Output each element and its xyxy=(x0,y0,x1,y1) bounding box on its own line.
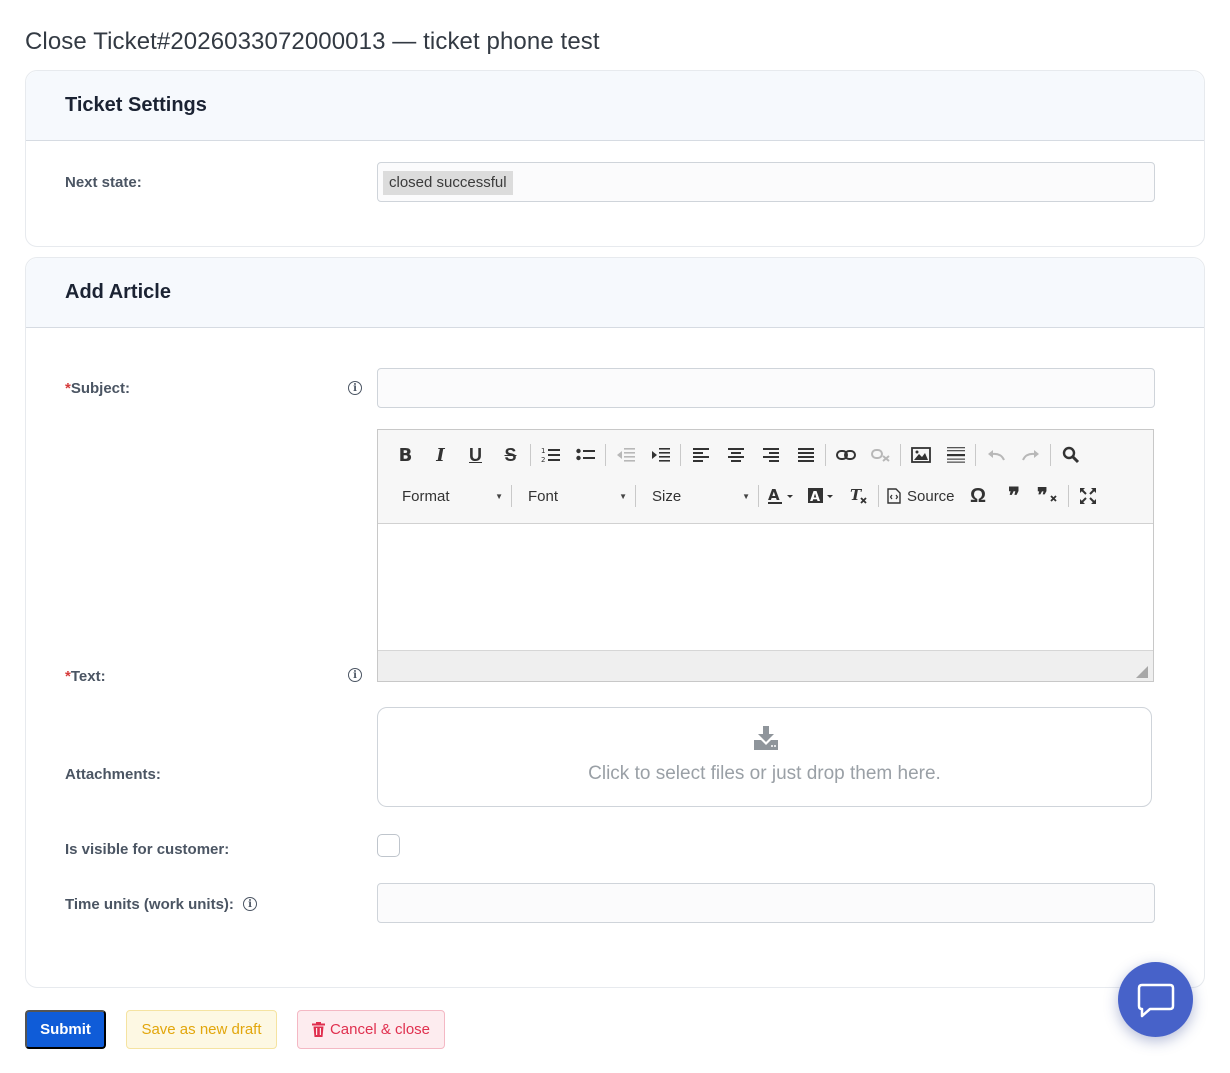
editor-status-bar xyxy=(378,650,1153,681)
svg-text:T: T xyxy=(850,487,863,504)
toolbar-separator xyxy=(825,444,826,466)
remove-blockquote-icon[interactable]: ❞ xyxy=(1031,483,1066,509)
font-dropdown-label: Font xyxy=(528,487,559,505)
chevron-down-icon: ▼ xyxy=(495,491,503,501)
bulleted-list-icon[interactable] xyxy=(568,442,603,468)
align-center-icon[interactable] xyxy=(718,442,753,468)
outdent-icon[interactable] xyxy=(608,442,643,468)
blockquote-icon[interactable]: ❞ xyxy=(996,483,1031,509)
text-label: *Text: xyxy=(65,668,106,685)
ticket-settings-heading: Ticket Settings xyxy=(65,94,207,116)
toolbar-separator xyxy=(680,444,681,466)
undo-icon[interactable] xyxy=(978,442,1013,468)
download-icon xyxy=(754,726,778,750)
text-color-icon[interactable]: A xyxy=(761,483,801,509)
unlink-icon[interactable] xyxy=(863,442,898,468)
svg-text:2: 2 xyxy=(541,456,545,464)
find-icon[interactable] xyxy=(1053,442,1088,468)
subject-label-text: Subject: xyxy=(70,380,131,397)
source-icon xyxy=(887,488,901,504)
next-state-label: Next state: xyxy=(65,174,142,191)
text-label-text: Text: xyxy=(70,668,106,685)
resize-handle-icon[interactable] xyxy=(1136,666,1148,678)
subject-input[interactable] xyxy=(377,368,1155,408)
toolbar-separator xyxy=(1050,444,1051,466)
ticket-settings-header: Ticket Settings xyxy=(26,71,1204,141)
toolbar-separator xyxy=(900,444,901,466)
next-state-selected-value[interactable]: closed successful xyxy=(383,171,513,195)
attachments-hint: Click to select files or just drop them … xyxy=(588,763,941,784)
source-button[interactable]: Source xyxy=(881,483,961,509)
trash-icon xyxy=(311,1022,325,1037)
toolbar-separator xyxy=(511,485,512,507)
size-dropdown[interactable]: Size ▼ xyxy=(638,483,756,509)
visible-for-customer-label: Is visible for customer: xyxy=(65,841,230,858)
add-article-card: Add Article *Subject: i B I U S 12 Forma… xyxy=(25,257,1205,988)
redo-icon[interactable] xyxy=(1013,442,1048,468)
size-dropdown-label: Size xyxy=(652,487,682,505)
editor-toolbar: B I U S 12 Format ▼ Font ▼ Size ▼ A A T … xyxy=(378,430,1153,524)
toolbar-separator xyxy=(530,444,531,466)
cancel-close-label: Cancel & close xyxy=(329,1021,431,1038)
toolbar-separator xyxy=(1067,485,1069,507)
underline-icon[interactable]: U xyxy=(458,442,493,468)
image-icon[interactable] xyxy=(903,442,938,468)
strikethrough-icon[interactable]: S xyxy=(493,442,528,468)
align-right-icon[interactable] xyxy=(753,442,788,468)
cancel-close-button[interactable]: Cancel & close xyxy=(297,1010,445,1049)
justify-icon[interactable] xyxy=(788,442,823,468)
editor-toolbar-row-2: Format ▼ Font ▼ Size ▼ A A T Source Ω ❞ … xyxy=(388,481,1106,511)
text-info-icon[interactable]: i xyxy=(348,668,362,682)
bold-icon[interactable]: B xyxy=(388,442,423,468)
chevron-down-icon: ▼ xyxy=(619,491,627,501)
next-state-select[interactable]: closed successful xyxy=(377,162,1155,202)
toolbar-separator xyxy=(605,444,606,466)
submit-button[interactable]: Submit xyxy=(25,1010,106,1049)
chevron-down-icon: ▼ xyxy=(742,491,750,501)
save-draft-button[interactable]: Save as new draft xyxy=(126,1010,277,1049)
indent-icon[interactable] xyxy=(643,442,678,468)
time-units-input[interactable] xyxy=(377,883,1155,923)
source-label: Source xyxy=(907,487,955,505)
text-editor: B I U S 12 Format ▼ Font ▼ Size ▼ A A T … xyxy=(377,429,1154,682)
align-left-icon[interactable] xyxy=(683,442,718,468)
background-color-icon[interactable]: A xyxy=(801,483,841,509)
numbered-list-icon[interactable]: 12 xyxy=(533,442,568,468)
horizontal-line-icon[interactable] xyxy=(938,442,973,468)
format-dropdown[interactable]: Format ▼ xyxy=(388,483,509,509)
visible-for-customer-checkbox[interactable] xyxy=(377,834,400,857)
toolbar-separator xyxy=(635,485,636,507)
format-dropdown-label: Format xyxy=(402,487,450,505)
svg-text:1: 1 xyxy=(541,447,545,455)
toolbar-separator xyxy=(758,485,759,507)
toolbar-separator xyxy=(878,485,879,507)
italic-icon[interactable]: I xyxy=(423,442,458,468)
editor-toolbar-row-1: B I U S 12 xyxy=(388,440,1088,470)
link-icon[interactable] xyxy=(828,442,863,468)
add-article-header: Add Article xyxy=(26,258,1204,328)
special-character-icon[interactable]: Ω xyxy=(961,483,996,509)
ticket-settings-card: Ticket Settings Next state: closed succe… xyxy=(25,70,1205,247)
subject-label: *Subject: xyxy=(65,380,130,397)
toolbar-separator xyxy=(975,444,976,466)
chat-bubble-icon xyxy=(1137,983,1174,1017)
font-dropdown[interactable]: Font ▼ xyxy=(514,483,633,509)
svg-text:A: A xyxy=(768,487,780,504)
maximize-icon[interactable] xyxy=(1071,483,1106,509)
editor-content-area[interactable] xyxy=(378,524,1153,650)
subject-info-icon[interactable]: i xyxy=(348,381,362,395)
svg-text:A: A xyxy=(810,490,820,505)
attachments-label: Attachments: xyxy=(65,766,161,783)
add-article-heading: Add Article xyxy=(65,281,171,303)
time-units-label: Time units (work units): xyxy=(65,896,234,913)
attachments-dropzone[interactable]: Click to select files or just drop them … xyxy=(377,707,1152,807)
chat-button[interactable] xyxy=(1118,962,1193,1037)
remove-format-icon[interactable]: T xyxy=(841,483,876,509)
svg-text:❞: ❞ xyxy=(1037,487,1048,505)
time-units-info-icon[interactable]: i xyxy=(243,897,257,911)
page-title: Close Ticket#2026033072000013 — ticket p… xyxy=(25,28,600,55)
